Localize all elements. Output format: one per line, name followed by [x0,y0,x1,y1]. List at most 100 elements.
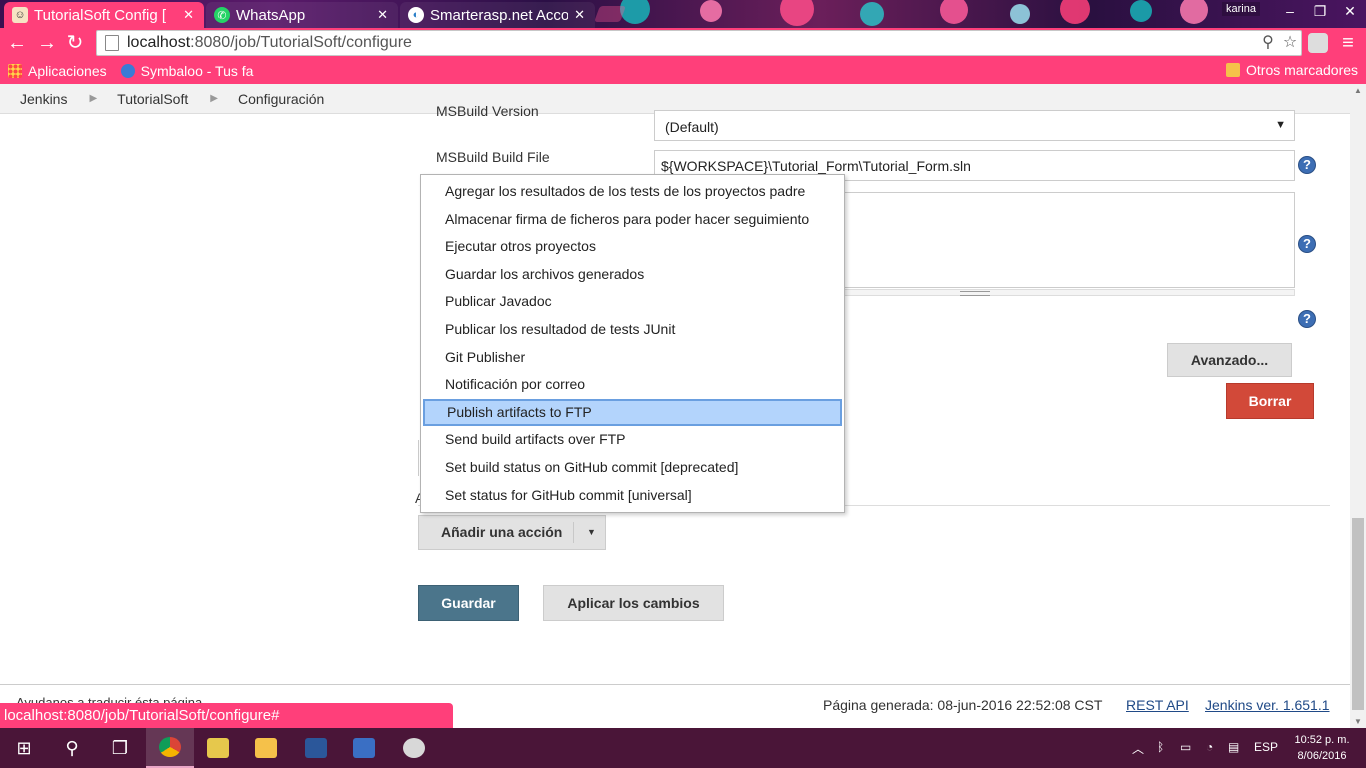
smarterasp-icon: ◐ [408,7,424,23]
wifi-icon[interactable]: ◔ [1206,740,1213,754]
breadcrumb-separator-icon[interactable]: ▶ [210,93,218,104]
windows-start-icon[interactable]: ⊞ [0,728,48,768]
page-scrollbar[interactable]: ▲ ▼ [1350,84,1366,728]
bookmark-label: Aplicaciones [28,63,107,79]
word-app-icon [305,738,327,758]
url-text[interactable]: localhost:8080/job/TutorialSoft/configur… [127,34,1257,52]
breadcrumb-tutorialsoft[interactable]: TutorialSoft [117,91,188,107]
scroll-down-icon[interactable]: ▼ [1354,717,1362,726]
dropdown-arrow-icon: ▼ [1275,119,1286,131]
taskbar-clock[interactable]: 10:52 p. m. 8/06/2016 [1288,732,1356,764]
whatsapp-icon: ✆ [214,7,230,23]
word-icon[interactable] [292,728,340,768]
forward-icon[interactable]: → [36,32,58,54]
bookmark-label: Symbaloo - Tus fa [140,63,254,79]
page-icon [105,35,119,51]
add-action-label: Añadir una acción [441,524,563,540]
menu-item[interactable]: Almacenar firma de ficheros para poder h… [421,206,844,234]
button-divider [573,522,574,543]
language-indicator[interactable]: ESP [1254,740,1278,754]
help-icon[interactable]: ? [1298,310,1316,328]
back-icon[interactable]: ← [6,32,28,54]
file-explorer-alt-icon[interactable] [194,728,242,768]
menu-item[interactable]: Set status for GitHub commit [universal] [421,482,844,510]
delete-button[interactable]: Borrar [1226,383,1314,419]
menu-item-highlighted[interactable]: Publish artifacts to FTP [423,398,842,427]
page-generated-text: Página generada: 08-jun-2016 22:52:08 CS… [823,697,1103,713]
profile-name[interactable]: karina [1222,2,1260,16]
action-center-icon[interactable]: ▤ [1228,740,1239,754]
tab-title: Smarterasp.net Acco [430,6,569,24]
menu-item[interactable]: Send build artifacts over FTP [421,426,844,454]
browser-toolbar: ← → ↻ localhost:8080/job/TutorialSoft/co… [0,28,1366,58]
paint-icon[interactable] [390,728,438,768]
bookmark-label: Otros marcadores [1246,62,1359,78]
bluetooth-icon[interactable]: ᛒ [1157,740,1164,754]
advanced-button[interactable]: Avanzado... [1167,343,1292,377]
new-tab-button[interactable] [594,6,626,22]
search-icon[interactable]: ⚲ [48,728,96,768]
app-icon[interactable] [340,728,388,768]
link-status-bubble: localhost:8080/job/TutorialSoft/configur… [0,703,453,728]
menu-item[interactable]: Publicar Javadoc [421,288,844,316]
browser-tabstrip: ☺ TutorialSoft Config [ ✕ ✆ WhatsApp ✕ ◐… [0,0,1366,28]
file-explorer-icon[interactable] [242,728,290,768]
breadcrumb-separator-icon[interactable]: ▶ [89,93,97,104]
battery-icon[interactable]: ▭ [1180,740,1191,754]
explorer-alt-icon [207,738,229,758]
bookmark-apps[interactable]: Aplicaciones [8,63,107,79]
close-window-icon[interactable]: ✕ [1330,0,1366,22]
symbaloo-icon [120,64,135,78]
menu-item[interactable]: Publicar los resultadod de tests JUnit [421,316,844,344]
chrome-menu-icon[interactable]: ≡ [1336,31,1360,55]
chrome-icon [159,737,181,757]
help-icon[interactable]: ? [1298,235,1316,253]
folder-icon [1226,63,1240,77]
zoom-icon[interactable]: ⚲ [1257,32,1279,54]
msbuild-version-select[interactable]: (Default) ▼ [654,110,1295,141]
save-button[interactable]: Guardar [418,585,519,621]
tab-whatsapp[interactable]: ✆ WhatsApp ✕ [206,2,398,28]
tab-smarterasp[interactable]: ◐ Smarterasp.net Acco ✕ [400,2,595,28]
post-build-actions-menu: Agregar los resultados de los tests de l… [420,174,845,513]
rest-api-link[interactable]: REST API [1126,697,1189,713]
bookmark-symbaloo[interactable]: Symbaloo - Tus fa [120,63,254,79]
tray-expand-icon[interactable]: ︿ [1132,740,1144,757]
close-tab-icon[interactable]: ✕ [574,7,585,23]
menu-item[interactable]: Ejecutar otros proyectos [421,233,844,261]
extension-icon[interactable] [1308,33,1328,53]
help-icon[interactable]: ? [1298,156,1316,174]
scrollbar-thumb[interactable] [1352,518,1364,710]
breadcrumb-jenkins[interactable]: Jenkins [20,91,67,107]
jenkins-version-link[interactable]: Jenkins ver. 1.651.1 [1205,697,1330,713]
menu-item[interactable]: Guardar los archivos generados [421,261,844,289]
menu-item[interactable]: Agregar los resultados de los tests de l… [421,178,844,206]
msbuild-version-value: (Default) [665,119,719,135]
bookmark-star-icon[interactable]: ☆ [1279,32,1301,54]
close-tab-icon[interactable]: ✕ [377,7,388,23]
msbuild-version-label: MSBuild Version [436,106,539,119]
clock-time: 10:52 p. m. [1294,734,1350,746]
close-tab-icon[interactable]: ✕ [183,7,194,23]
apps-icon [8,64,22,78]
menu-item[interactable]: Notificación por correo [421,371,844,399]
jenkins-favicon-icon: ☺ [12,7,28,23]
windows-taskbar: ⊞ ⚲ ❐ ︿ ᛒ ▭ ◔ ▤ ESP 10:52 p. m. 8/06/201… [0,728,1366,768]
address-bar[interactable]: localhost:8080/job/TutorialSoft/configur… [96,30,1302,56]
breadcrumb-configuracion[interactable]: Configuración [238,91,324,107]
menu-item[interactable]: Set build status on GitHub commit [depre… [421,454,844,482]
task-view-icon[interactable]: ❐ [96,728,144,768]
remote-app-icon [353,738,375,758]
reload-icon[interactable]: ↻ [64,32,86,54]
caret-down-icon: ▼ [587,527,596,537]
scroll-up-icon[interactable]: ▲ [1354,86,1362,95]
add-post-build-action-button[interactable]: Añadir una acción ▼ [418,515,606,550]
bookmark-other[interactable]: Otros marcadores [1226,62,1358,78]
tab-tutorialsoft-config[interactable]: ☺ TutorialSoft Config [ ✕ [4,2,204,28]
chrome-taskbar-icon[interactable] [146,728,194,768]
apply-button[interactable]: Aplicar los cambios [543,585,724,621]
paint-app-icon [403,738,425,758]
menu-item[interactable]: Git Publisher [421,344,844,372]
tab-title: TutorialSoft Config [ [34,6,167,24]
msbuild-file-label: MSBuild Build File [436,149,550,165]
